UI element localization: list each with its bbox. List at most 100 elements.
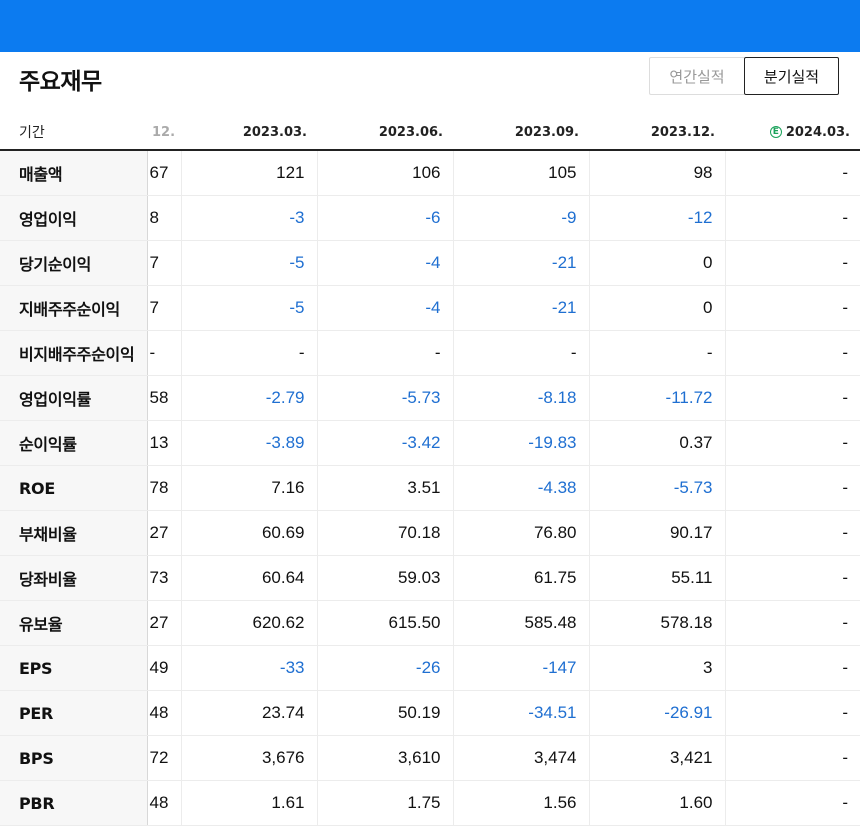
table-cell: 1.60	[589, 780, 726, 826]
table-cell: 7	[147, 285, 182, 331]
table-cell: -21	[453, 240, 590, 286]
table-row: 유보율 27 620.62 615.50 585.48 578.18-	[0, 600, 860, 646]
table-cell: -	[317, 330, 454, 376]
row-label: 영업이익률	[0, 375, 148, 421]
table-cell: 3,474	[453, 735, 590, 781]
table-cell: 0.37	[589, 420, 726, 466]
table-cell: 58	[147, 375, 182, 421]
table-cell: 90.17	[589, 510, 726, 556]
table-cell: -147	[453, 645, 590, 691]
table-row: 당기순이익 7 -5 -4 -21 0-	[0, 240, 860, 286]
table-cell: 98	[589, 150, 726, 196]
table-cell: 3	[589, 645, 726, 691]
row-label: 유보율	[0, 600, 148, 646]
table-cell: 13	[147, 420, 182, 466]
table-cell: 3.51	[317, 465, 454, 511]
table-row: 부채비율 27 60.69 70.18 76.80 90.17-	[0, 510, 860, 556]
table-cell: -12	[589, 195, 726, 241]
table-cell: -	[589, 330, 726, 376]
column-header-label: 2023.12.	[650, 124, 715, 140]
table-cell: 50.19	[317, 690, 454, 736]
row-label: 영업이익	[0, 195, 148, 241]
table-cell: -19.83	[453, 420, 590, 466]
table-cell: 1.75	[317, 780, 454, 826]
table-cell: 8	[147, 195, 182, 241]
table-cell: 0	[589, 240, 726, 286]
row-label: 당기순이익	[0, 240, 148, 286]
table-cell: -34.51	[453, 690, 590, 736]
table-cell: 61.75	[453, 555, 590, 601]
column-header-label: 2023.06.	[378, 124, 443, 140]
estimate-icon: E	[769, 126, 782, 138]
table-cell: 73	[147, 555, 182, 601]
annual-results-button[interactable]: 연간실적	[649, 57, 744, 95]
table-row: 영업이익률 58 -2.79 -5.73 -8.18 -11.72-	[0, 375, 860, 421]
table-cell: 76.80	[453, 510, 590, 556]
table-cell: -	[147, 330, 182, 376]
table-cell: -	[453, 330, 590, 376]
financial-table: 기간 12. 2023.03. 2023.06. 2023.09. 2023.12. E 2…	[0, 115, 860, 826]
section-header: 주요재무 연간실적 분기실적	[0, 52, 860, 115]
period-toggle: 연간실적 분기실적	[649, 57, 839, 95]
row-label: 지배주주순이익	[0, 285, 148, 331]
table-cell: -	[181, 330, 318, 376]
column-header-1: 2023.03.	[181, 115, 317, 151]
table-cell: 3,676	[181, 735, 318, 781]
table-cell: 78	[147, 465, 182, 511]
table-cell: 7	[147, 240, 182, 286]
table-cell: -11.72	[589, 375, 726, 421]
table-cell: -5	[181, 285, 318, 331]
table-cell: -5.73	[589, 465, 726, 511]
table-cell: 72	[147, 735, 182, 781]
table-cell: -5	[181, 240, 318, 286]
table-cell: 1.61	[181, 780, 318, 826]
table-cell: 121	[181, 150, 318, 196]
table-cell: -	[725, 780, 860, 826]
table-cell: 7.16	[181, 465, 318, 511]
table-cell: -3.89	[181, 420, 318, 466]
table-cell: -4	[317, 285, 454, 331]
column-header-4: 2023.12.	[589, 115, 725, 151]
table-cell: -	[725, 510, 860, 556]
table-cell: 59.03	[317, 555, 454, 601]
section-title: 주요재무	[19, 69, 102, 95]
table-row: ROE 78 7.16 3.51 -4.38 -5.73-	[0, 465, 860, 511]
column-header-label: 2023.03.	[242, 124, 307, 140]
table-cell: -4.38	[453, 465, 590, 511]
table-cell: -	[725, 285, 860, 331]
table-row: 매출액 67 121 106 105 98-	[0, 150, 860, 196]
quarterly-results-button[interactable]: 분기실적	[744, 57, 839, 95]
table-cell: 23.74	[181, 690, 318, 736]
table-cell: -	[725, 150, 860, 196]
column-header-label: 2024.03.	[785, 124, 850, 140]
table-cell: -	[725, 420, 860, 466]
table-cell: 48	[147, 690, 182, 736]
period-header: 기간	[0, 115, 147, 151]
table-cell: -	[725, 330, 860, 376]
table-row: 당좌비율 73 60.64 59.03 61.75 55.11-	[0, 555, 860, 601]
column-header-2: 2023.06.	[317, 115, 453, 151]
table-row: 지배주주순이익 7 -5 -4 -21 0-	[0, 285, 860, 331]
table-cell: -26.91	[589, 690, 726, 736]
row-label: 순이익률	[0, 420, 148, 466]
table-cell: 55.11	[589, 555, 726, 601]
table-row: 순이익률 13 -3.89 -3.42 -19.83 0.37-	[0, 420, 860, 466]
top-header-bar	[0, 0, 860, 52]
row-label: EPS	[0, 645, 148, 691]
table-cell: -26	[317, 645, 454, 691]
table-cell: -	[725, 465, 860, 511]
table-cell: 3,610	[317, 735, 454, 781]
column-header-5: E 2024.03.	[725, 115, 860, 151]
table-cell: -	[725, 645, 860, 691]
table-cell: 27	[147, 510, 182, 556]
table-cell: -	[725, 375, 860, 421]
table-cell: -3.42	[317, 420, 454, 466]
table-cell: -4	[317, 240, 454, 286]
table-cell: 70.18	[317, 510, 454, 556]
row-label: 당좌비율	[0, 555, 148, 601]
table-cell: 0	[589, 285, 726, 331]
table-header: 기간 12. 2023.03. 2023.06. 2023.09. 2023.12. E 2…	[0, 115, 860, 151]
table-row: PBR 48 1.61 1.75 1.56 1.60-	[0, 780, 860, 826]
table-body: 매출액 67 121 106 105 98- 영업이익 8 -3 -6 -9 -12- 당기순이익 7 -5…	[0, 150, 860, 826]
table-cell: -2.79	[181, 375, 318, 421]
